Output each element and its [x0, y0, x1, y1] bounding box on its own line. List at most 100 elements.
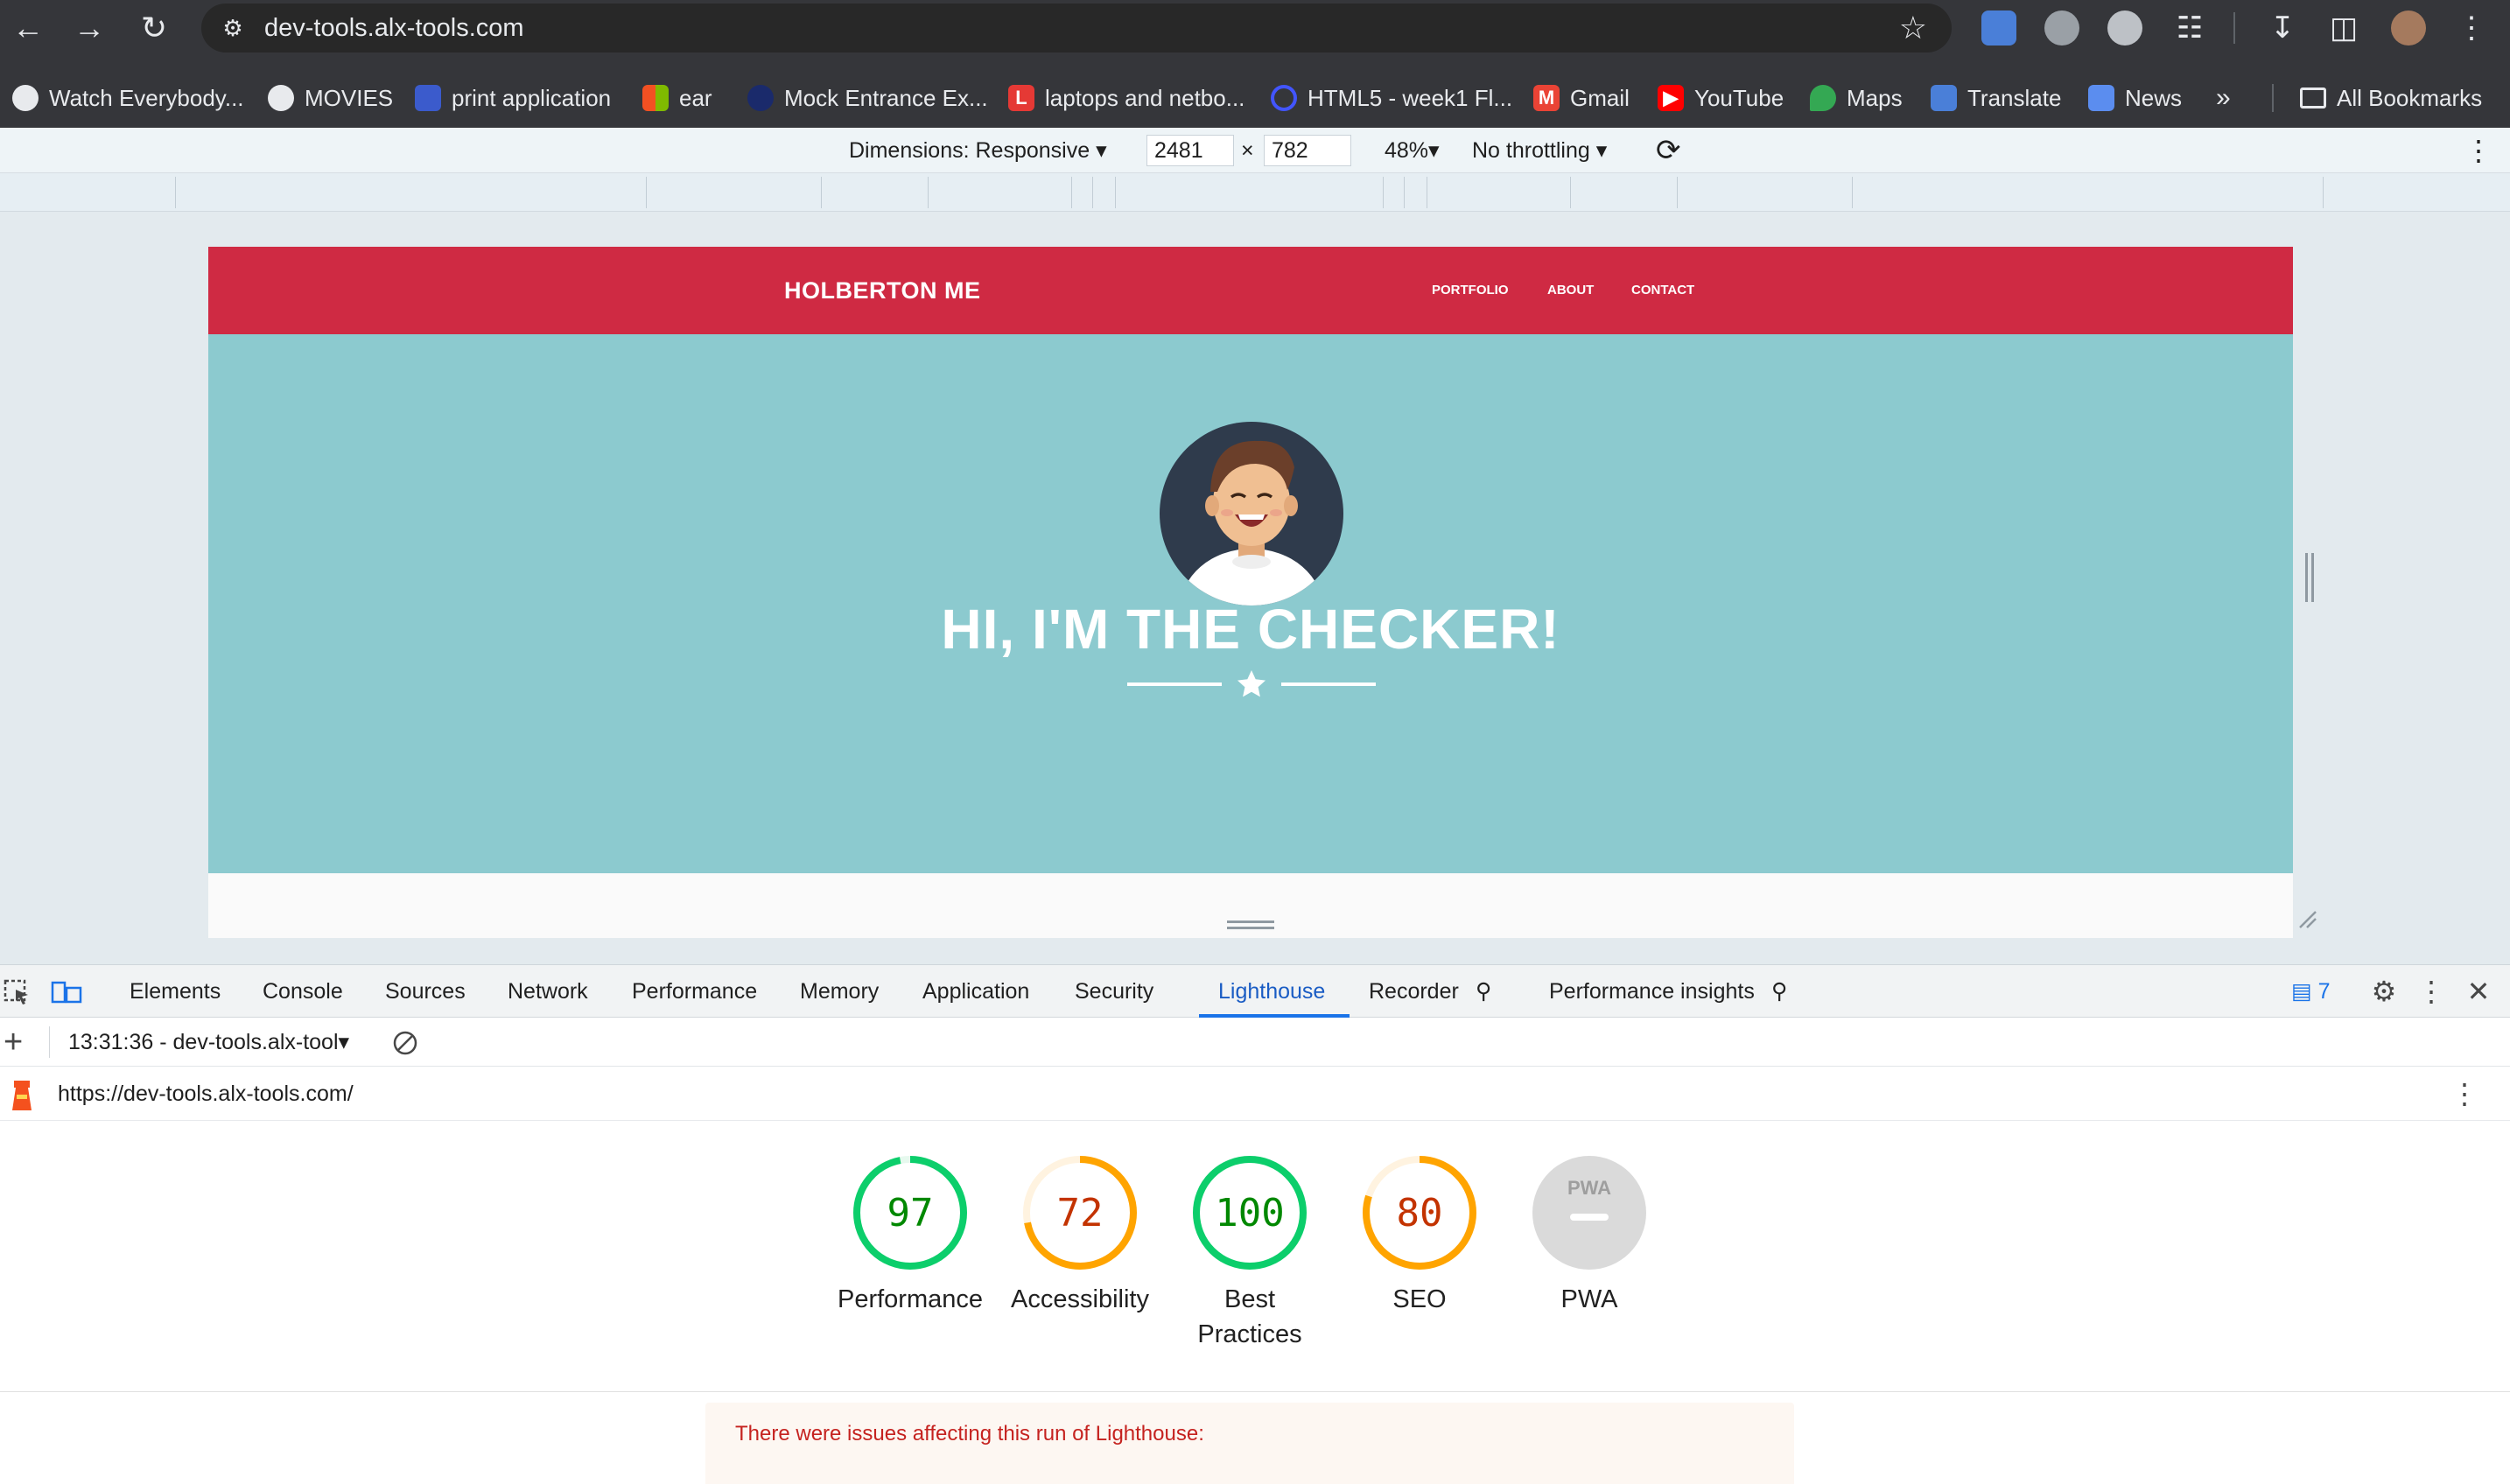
ruler-tick	[1092, 177, 1093, 208]
times-separator: ×	[1241, 138, 1254, 163]
message-icon: ▤	[2291, 979, 2312, 1004]
ruler-tick	[175, 177, 176, 208]
settings-gear-icon[interactable]: ⚙	[2365, 972, 2403, 1011]
tab-performance-insights[interactable]: Performance insights	[1549, 965, 1755, 1018]
hero-title: HI, I'M THE CHECKER!	[941, 598, 1560, 661]
score-gauge-best-practices[interactable]: 100 Best Practices	[1162, 1154, 1337, 1352]
bookmark-label: News	[2125, 84, 2183, 111]
pwa-badge-icon: PWA	[1532, 1156, 1646, 1270]
new-report-plus-icon[interactable]: +	[4, 1023, 23, 1061]
corner-resize-handle[interactable]	[2296, 908, 2317, 929]
report-selector[interactable]: 13:31:36 - dev-tools.alx-tool▾	[68, 1018, 349, 1067]
bookmark-label: MOVIES	[305, 84, 394, 111]
address-bar[interactable]: ⚙ dev-tools.alx-tools.com ☆	[201, 4, 1952, 52]
print-app-icon	[415, 85, 441, 111]
rotate-icon[interactable]: ⟳	[1656, 128, 1681, 173]
score-gauge-performance[interactable]: 97 Performance	[823, 1154, 998, 1317]
device-toggle-icon[interactable]	[51, 979, 82, 1005]
report-menu-icon[interactable]: ⋮	[2447, 1067, 2482, 1121]
bookmark-star-icon[interactable]: ☆	[1899, 10, 1927, 46]
bookmark-item[interactable]: Llaptops and netbo...	[1008, 77, 1244, 119]
inspect-element-icon[interactable]	[4, 979, 32, 1005]
bookmark-item[interactable]: HTML5 - week1 Fl...	[1271, 77, 1512, 119]
back-arrow-icon[interactable]: ←	[9, 9, 47, 47]
gauge-ring: 97	[853, 1156, 967, 1270]
dimensions-dropdown[interactable]: Dimensions: Responsive ▾	[849, 128, 1107, 173]
bookmark-item[interactable]: ear	[642, 77, 712, 119]
bookmark-item[interactable]: MOVIES	[268, 77, 393, 119]
forward-arrow-icon[interactable]: →	[70, 9, 109, 47]
devtools-panel: Elements Console Sources Network Perform…	[0, 964, 2510, 1484]
lighthouse-toolbar: + 13:31:36 - dev-tools.alx-tool▾	[0, 1018, 2510, 1067]
bookmark-label: Maps	[1847, 84, 1903, 111]
extensions-puzzle-icon[interactable]: ☷	[2169, 7, 2211, 49]
nav-link-about[interactable]: ABOUT	[1547, 247, 1594, 334]
more-bookmarks-chevron-icon[interactable]: »	[2216, 77, 2231, 119]
height-input[interactable]: 782	[1264, 135, 1351, 166]
grammar-extension-icon[interactable]	[2107, 10, 2142, 46]
bookmark-item[interactable]: News	[2088, 77, 2182, 119]
tab-memory[interactable]: Memory	[800, 965, 879, 1018]
tab-console[interactable]: Console	[263, 965, 343, 1018]
clear-reports-icon[interactable]	[392, 1030, 418, 1056]
bookmark-label: Translate	[1967, 84, 2062, 111]
zoom-dropdown[interactable]: 48%▾	[1385, 128, 1440, 173]
issues-count: 7	[2317, 979, 2331, 1004]
bookmark-label: print application	[452, 84, 612, 111]
bookmark-item[interactable]: print application	[415, 77, 611, 119]
gauge-label: Accessibility	[1011, 1285, 1149, 1313]
bookmark-item[interactable]: Watch Everybody...	[12, 77, 244, 119]
bookmarks-bar: Watch Everybody... MOVIES print applicat…	[0, 77, 2510, 119]
star-divider	[1127, 670, 1376, 697]
bookmark-item[interactable]: M Gmail	[1533, 77, 1630, 119]
score-gauge-accessibility[interactable]: 72 Accessibility	[992, 1154, 1167, 1317]
bookmark-label: ear	[679, 84, 712, 111]
tab-elements[interactable]: Elements	[130, 965, 221, 1018]
side-panel-icon[interactable]: ◫	[2323, 7, 2365, 49]
report-url[interactable]: https://dev-tools.alx-tools.com/	[58, 1067, 354, 1121]
score-gauge-seo[interactable]: 80 SEO	[1332, 1154, 1507, 1317]
hero-section: HI, I'M THE CHECKER!	[208, 334, 2293, 873]
profile-avatar[interactable]	[2391, 10, 2426, 46]
tab-security[interactable]: Security	[1075, 965, 1153, 1018]
tab-lighthouse[interactable]: Lighthouse	[1218, 965, 1325, 1018]
browser-menu-icon[interactable]: ⋮	[2450, 7, 2492, 49]
bottom-resize-handle[interactable]	[1227, 919, 1274, 931]
microsoft-icon	[642, 85, 669, 111]
issues-counter[interactable]: ▤ 7	[2291, 965, 2330, 1018]
tab-application[interactable]: Application	[922, 965, 1029, 1018]
bookmark-item[interactable]: ▶ YouTube	[1658, 77, 1784, 119]
site-logo[interactable]: HOLBERTON ME	[784, 247, 981, 334]
right-resize-handle[interactable]	[2303, 553, 2316, 602]
ruler-tick	[1071, 177, 1072, 208]
bookmark-label: YouTube	[1694, 84, 1784, 111]
score-gauge-pwa[interactable]: PWA PWA	[1502, 1154, 1677, 1317]
news-icon	[2088, 85, 2114, 111]
gauge-score: 80	[1397, 1191, 1443, 1236]
devtools-menu-icon[interactable]: ⋮	[2412, 972, 2450, 1011]
bookmark-item[interactable]: Translate	[1931, 77, 2061, 119]
tab-sources[interactable]: Sources	[385, 965, 466, 1018]
download-icon[interactable]: ↧	[2261, 7, 2303, 49]
globe-extension-icon[interactable]	[2044, 10, 2079, 46]
tab-recorder[interactable]: Recorder	[1369, 965, 1459, 1018]
bookmark-item[interactable]: Mock Entrance Ex...	[747, 77, 988, 119]
close-devtools-icon[interactable]: ✕	[2459, 972, 2498, 1011]
nav-link-contact[interactable]: CONTACT	[1631, 247, 1694, 334]
media-query-ruler[interactable]	[0, 173, 2510, 212]
device-toolbar-menu-icon[interactable]: ⋮	[2464, 128, 2492, 173]
all-bookmarks-folder[interactable]: All Bookmarks	[2300, 77, 2482, 119]
bookmark-item[interactable]: Maps	[1810, 77, 1903, 119]
width-input[interactable]: 2481	[1146, 135, 1234, 166]
google-translate-extension-icon[interactable]	[1981, 10, 2016, 46]
nav-link-portfolio[interactable]: PORTFOLIO	[1432, 247, 1509, 334]
gauge-label-line: Practices	[1197, 1320, 1302, 1348]
tab-performance[interactable]: Performance	[632, 965, 757, 1018]
throttling-dropdown[interactable]: No throttling ▾	[1472, 128, 1607, 173]
ruler-tick	[1570, 177, 1571, 208]
site-settings-icon[interactable]: ⚙	[219, 14, 247, 42]
reload-icon[interactable]: ↻	[135, 9, 173, 47]
tab-network[interactable]: Network	[508, 965, 588, 1018]
gauge-label: PWA	[1560, 1285, 1618, 1313]
gauge-label: SEO	[1392, 1285, 1447, 1313]
